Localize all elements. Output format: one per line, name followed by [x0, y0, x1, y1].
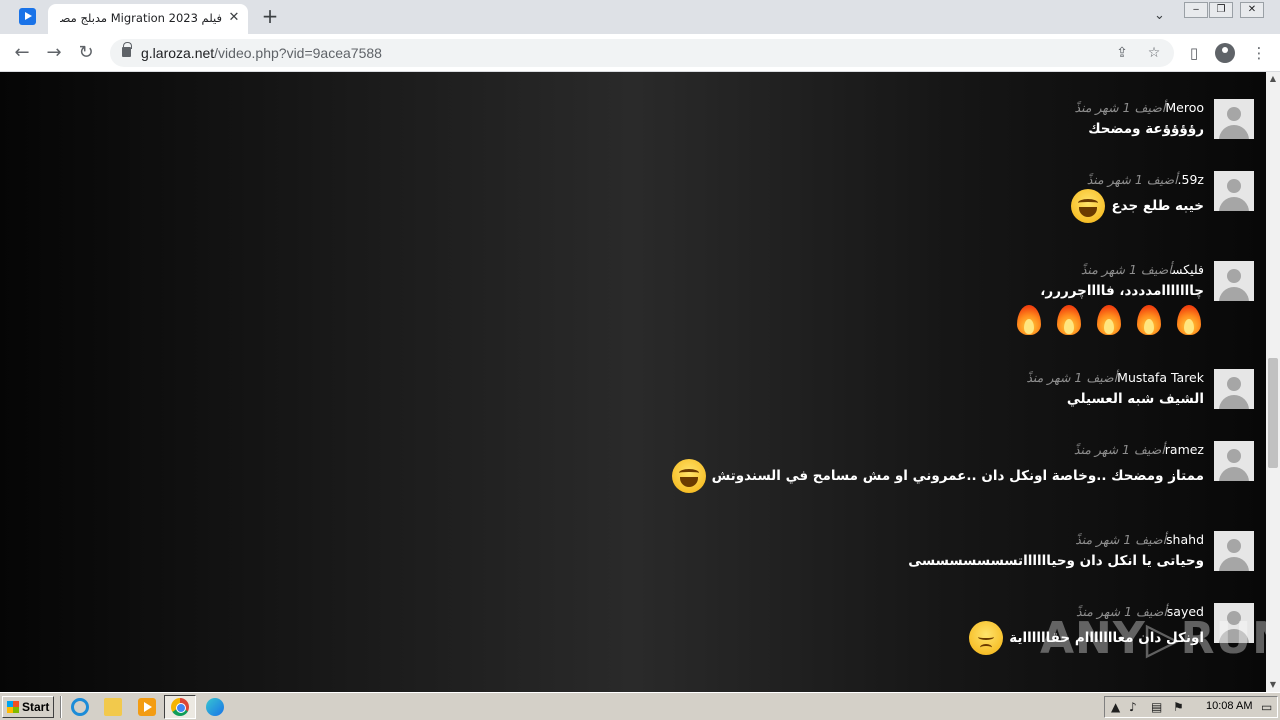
file-explorer-icon[interactable]: [104, 698, 122, 716]
url-text[interactable]: g.laroza.net/video.php?vid=9acea7588: [141, 45, 382, 61]
comment-author[interactable]: Mustafa Tarek: [1117, 370, 1204, 385]
comment-text: ممتاز ومضحك ..وخاصة اونكل دان ..عمروني ا…: [711, 468, 1204, 484]
comment-item: Mustafa Tarekأضيف 1 شهر منذً الشيف شبه ا…: [1026, 370, 1204, 407]
comment-author[interactable]: فليكس: [1172, 262, 1204, 277]
windows-logo-icon: [7, 701, 19, 713]
comment-avatar: [1214, 531, 1254, 571]
fire-emoji-icon: [1094, 303, 1124, 337]
comment-text-row: ممتاز ومضحك ..وخاصة اونكل دان ..عمروني ا…: [671, 459, 1204, 493]
comment-time: أضيف 1 شهر منذً: [1080, 262, 1173, 277]
browser-toolbar: ← → ↻ g.laroza.net/video.php?vid=9acea75…: [0, 34, 1280, 72]
start-button[interactable]: Start: [2, 696, 54, 718]
comment-avatar: [1214, 261, 1254, 301]
show-desktop-icon[interactable]: ▭: [1261, 700, 1272, 714]
comment-author[interactable]: Meroo: [1165, 100, 1204, 115]
minimize-button[interactable]: ‒: [1184, 2, 1208, 18]
scroll-up-arrow-icon[interactable]: ▲: [1266, 72, 1280, 86]
network-icon[interactable]: ▤: [1151, 700, 1162, 714]
comment-meta: Merooأضيف 1 شهر منذً: [1075, 100, 1204, 115]
tab-close-icon[interactable]: ✕: [226, 10, 242, 26]
close-window-button[interactable]: ✕: [1240, 2, 1264, 18]
comment-text: چااااااامدددد، فااااچرررر،: [1040, 283, 1204, 299]
comment-meta: 59z.أضيف 1 شهر منذً: [1071, 172, 1204, 187]
fire-emoji-icon: [1054, 303, 1084, 337]
menu-dots-icon[interactable]: ⋮: [1248, 42, 1270, 64]
fire-emoji-row: [1004, 303, 1204, 341]
windows-taskbar: Start ▲ ♪ ▤ ⚑ 10:08 AM ▭: [0, 692, 1280, 720]
volume-icon[interactable]: ♪: [1129, 700, 1137, 714]
page-viewport: Merooأضيف 1 شهر منذً رؤؤؤؤعة ومضحك 59z.أ…: [0, 72, 1266, 692]
comment-author[interactable]: shahd: [1166, 532, 1204, 547]
fire-emoji-icon: [1134, 303, 1164, 337]
tab-search-chevron-icon[interactable]: ⌄: [1154, 8, 1165, 23]
comment-item: فليكسأضيف 1 شهر منذً چااااااامدددد، فااا…: [1004, 262, 1204, 341]
comment-avatar: [1214, 171, 1254, 211]
sad-emoji-icon: [969, 621, 1004, 655]
comment-text: وحياتى يا انكل دان وحيااااااتسسسسسسسى: [908, 553, 1204, 569]
internet-explorer-icon[interactable]: [71, 698, 89, 716]
tab-title: فيلم Migration 2023 مدبلج مصري: [60, 11, 222, 25]
comment-avatar: [1214, 441, 1254, 481]
comment-author[interactable]: 59z.: [1178, 172, 1204, 187]
system-tray: ▲ ♪ ▤ ⚑ 10:08 AM ▭: [1104, 696, 1278, 718]
comment-meta: فليكسأضيف 1 شهر منذً: [1004, 262, 1204, 277]
profile-avatar-icon[interactable]: [1215, 43, 1235, 63]
comment-item: 59z.أضيف 1 شهر منذً خيبه طلع جدع: [1071, 172, 1204, 223]
url-host: g.laroza.net: [141, 45, 215, 61]
media-player-icon[interactable]: [138, 698, 156, 716]
comment-item: shahdأضيف 1 شهر منذً وحياتى يا انكل دان …: [908, 532, 1204, 569]
app-logo-icon: [19, 8, 36, 25]
comment-time: أضيف 1 شهر منذً: [1086, 172, 1178, 187]
comment-avatar: [1214, 369, 1254, 409]
scroll-down-arrow-icon[interactable]: ▼: [1266, 678, 1280, 692]
laughing-emoji-icon: [1071, 189, 1106, 223]
side-panel-icon[interactable]: ▯: [1183, 42, 1205, 64]
bookmark-star-icon[interactable]: ☆: [1144, 43, 1164, 63]
comment-time: أضيف 1 شهر منذً: [1073, 442, 1165, 457]
comment-text-row: خيبه طلع جدع: [1071, 189, 1204, 223]
comment-time: أضيف 1 شهر منذً: [1074, 100, 1166, 115]
laughing-emoji-icon: [671, 459, 706, 493]
anyrun-watermark: ANY▷RUN: [1040, 613, 1280, 664]
new-tab-button[interactable]: +: [259, 5, 281, 27]
lock-icon[interactable]: [122, 42, 132, 57]
scroll-thumb[interactable]: [1268, 358, 1278, 468]
comment-avatar: [1214, 99, 1254, 139]
comment-time: أضيف 1 شهر منذً: [1075, 532, 1167, 547]
address-bar[interactable]: g.laroza.net/video.php?vid=9acea7588 ⇪ ☆: [110, 39, 1174, 67]
action-center-flag-icon[interactable]: ⚑: [1173, 700, 1184, 714]
comment-text: رؤؤؤؤعة ومضحك: [1088, 121, 1204, 137]
comment-meta: ramezأضيف 1 شهر منذً: [672, 442, 1204, 457]
comment-text: خيبه طلع جدع: [1111, 198, 1204, 214]
chrome-icon: [171, 698, 189, 716]
chrome-taskbar-button[interactable]: [164, 695, 196, 719]
comment-time: أضيف 1 شهر منذً: [1026, 370, 1118, 385]
reload-icon[interactable]: ↻: [74, 41, 98, 65]
restore-button[interactable]: ❐: [1209, 2, 1233, 18]
back-arrow-icon[interactable]: ←: [10, 41, 34, 65]
comment-meta: shahdأضيف 1 شهر منذً: [908, 532, 1204, 547]
start-label: Start: [22, 700, 50, 714]
fire-emoji-icon: [1014, 303, 1044, 337]
tray-expand-icon[interactable]: ▲: [1111, 700, 1120, 714]
comment-meta: Mustafa Tarekأضيف 1 شهر منذً: [1026, 370, 1204, 385]
browser-tab[interactable]: فيلم Migration 2023 مدبلج مصري ✕: [48, 4, 248, 34]
comment-item: Merooأضيف 1 شهر منذً رؤؤؤؤعة ومضحك: [1075, 100, 1204, 137]
share-icon[interactable]: ⇪: [1112, 43, 1132, 63]
forward-arrow-icon[interactable]: →: [42, 41, 66, 65]
page-scrollbar[interactable]: ▲ ▼: [1266, 72, 1280, 692]
fire-emoji-icon: [1174, 303, 1204, 337]
comment-text: الشيف شبه العسيلي: [1066, 391, 1204, 407]
taskbar-clock[interactable]: 10:08 AM: [1206, 700, 1252, 712]
edge-icon[interactable]: [206, 698, 224, 716]
url-path: /video.php?vid=9acea7588: [214, 45, 382, 61]
comment-author[interactable]: ramez: [1165, 442, 1204, 457]
taskbar-separator: [60, 696, 62, 718]
tab-strip: فيلم Migration 2023 مدبلج مصري ✕ + ⌄ ‒ ❐…: [0, 0, 1280, 34]
comment-item: ramezأضيف 1 شهر منذً ممتاز ومضحك ..وخاصة…: [671, 442, 1204, 493]
